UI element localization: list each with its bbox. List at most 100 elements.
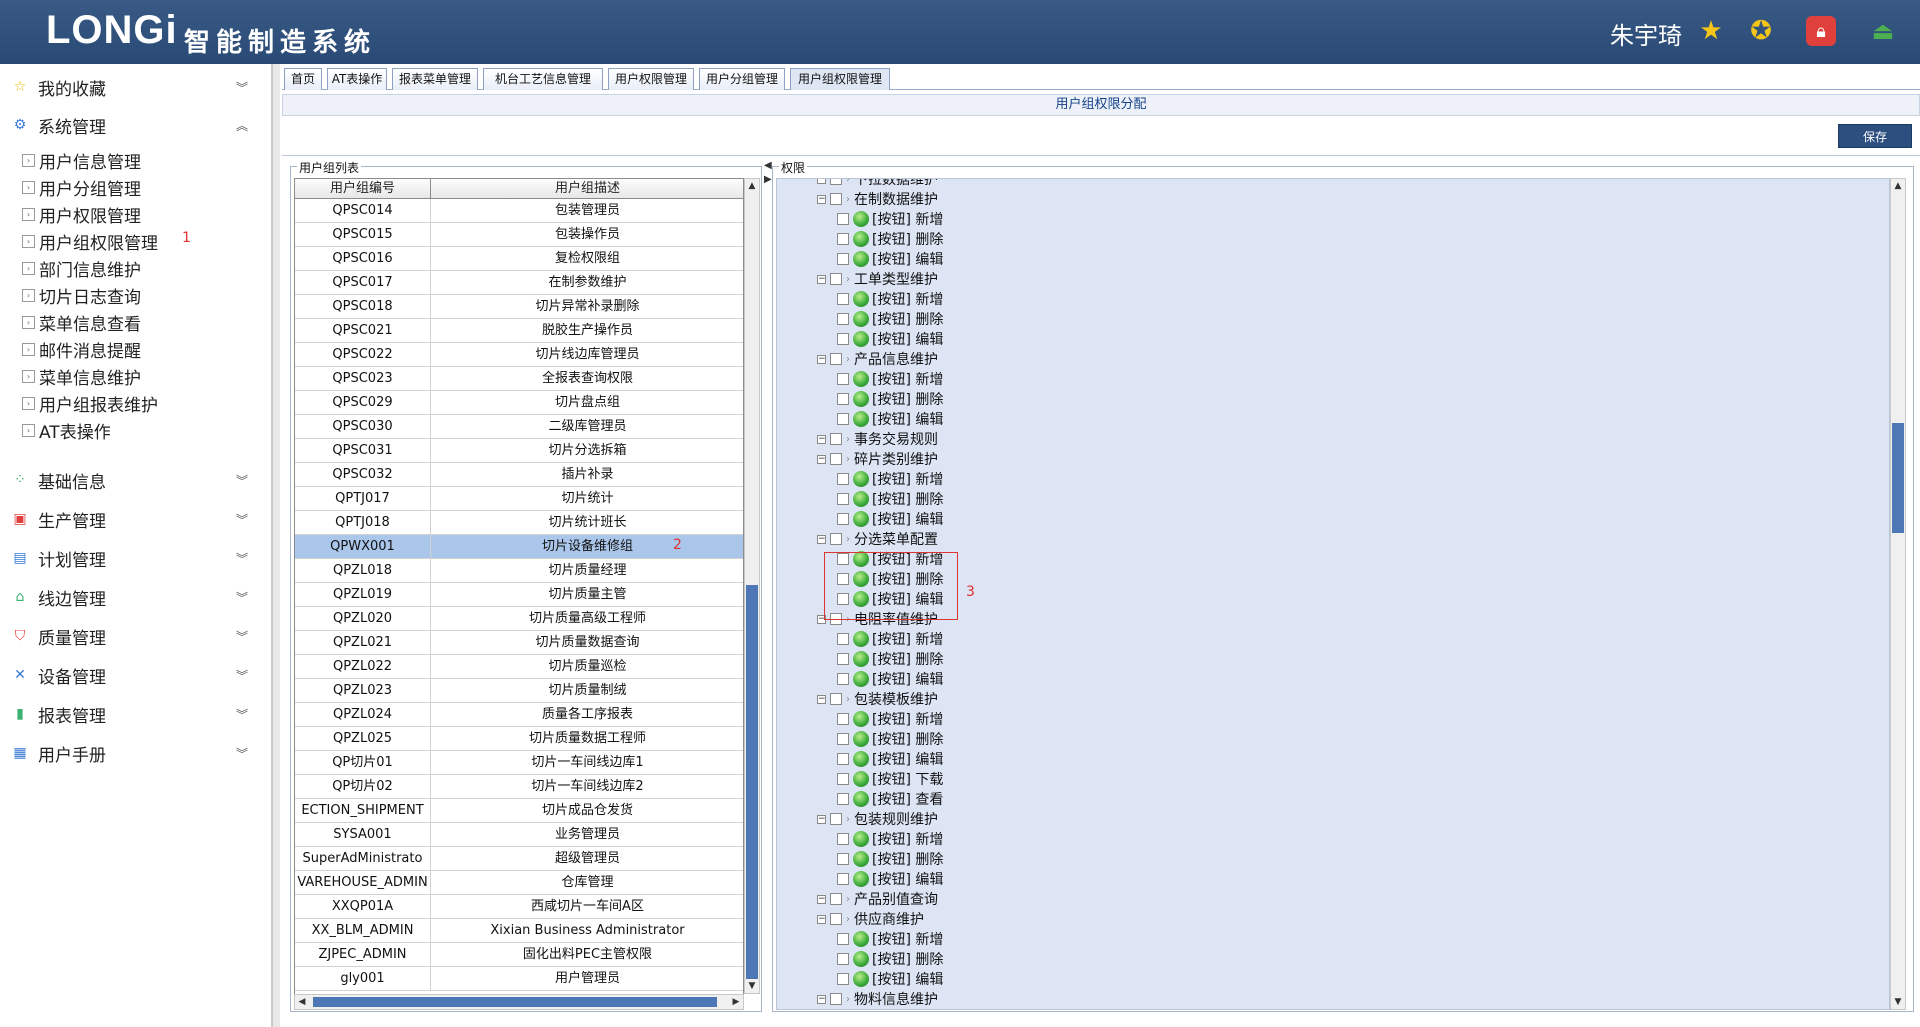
tree-node[interactable]: [按钮] 新增	[837, 469, 943, 489]
tree-node[interactable]: [按钮] 删除	[837, 309, 943, 329]
checkbox[interactable]	[830, 433, 842, 445]
tab[interactable]: 用户权限管理	[608, 68, 694, 90]
table-row[interactable]: QPZL021 切片质量数据查询	[295, 631, 743, 655]
sidebar-item[interactable]: › 用户分组管理	[22, 175, 141, 200]
hscroll-thumb[interactable]	[313, 997, 717, 1007]
checkbox[interactable]	[837, 293, 849, 305]
checkbox[interactable]	[837, 933, 849, 945]
sidebar-item[interactable]: › 用户权限管理	[22, 202, 141, 227]
sidebar-item[interactable]: › 切片日志查询	[22, 283, 141, 308]
scroll-down-icon[interactable]: ▼	[745, 979, 759, 993]
checkbox[interactable]	[830, 179, 842, 185]
checkbox[interactable]	[837, 953, 849, 965]
tree-node[interactable]: [按钮] 删除	[837, 389, 943, 409]
tree-node[interactable]: − › 分选菜单配置	[817, 529, 938, 549]
checkbox[interactable]	[837, 313, 849, 325]
tree-node[interactable]: [按钮] 新增	[837, 209, 943, 229]
tab[interactable]: 用户组权限管理	[790, 68, 890, 90]
sidebar-item[interactable]: › 部门信息维护	[22, 256, 141, 281]
table-row[interactable]: QPZL018 切片质量经理	[295, 559, 743, 583]
checkbox[interactable]	[837, 213, 849, 225]
table-row[interactable]: QPSC021 脱胶生产操作员	[295, 319, 743, 343]
tree-node[interactable]: [按钮] 新增	[837, 369, 943, 389]
table-row[interactable]: QPSC016 复检权限组	[295, 247, 743, 271]
tree-node[interactable]: [按钮] 删除	[837, 729, 943, 749]
menu-group[interactable]: ✕ 设备管理 ︾	[0, 660, 272, 690]
checkbox[interactable]	[837, 393, 849, 405]
lock-icon[interactable]: 🔒︎	[1806, 16, 1836, 46]
tree-node[interactable]: [按钮] 编辑	[837, 749, 943, 769]
checkbox[interactable]	[837, 373, 849, 385]
tree-node[interactable]: − › 供应商维护	[817, 909, 924, 929]
tree-node[interactable]: [按钮] 删除	[837, 489, 943, 509]
tree-node[interactable]: [按钮] 下载	[837, 769, 943, 789]
checkbox[interactable]	[837, 853, 849, 865]
checkbox[interactable]	[837, 733, 849, 745]
tree-node[interactable]: − › 物料信息维护	[817, 989, 938, 1009]
table-row[interactable]: QPSC032 插片补录	[295, 463, 743, 487]
menu-group[interactable]: ▦ 用户手册 ︾	[0, 738, 272, 768]
table-row[interactable]: QPTJ018 切片统计班长	[295, 511, 743, 535]
checkbox[interactable]	[837, 873, 849, 885]
checkbox[interactable]	[830, 993, 842, 1005]
tree-node[interactable]: − › 包装规则维护	[817, 809, 938, 829]
tree-node[interactable]: [按钮] 新增	[837, 929, 943, 949]
table-row[interactable]: VAREHOUSE_ADMIN 仓库管理	[295, 871, 743, 895]
table-row[interactable]: QPZL020 切片质量高级工程师	[295, 607, 743, 631]
table-row[interactable]: QPSC029 切片盘点组	[295, 391, 743, 415]
expand-toggle-icon[interactable]: −	[817, 894, 826, 904]
tree-node[interactable]: [按钮] 编辑	[837, 869, 943, 889]
table-row[interactable]: QPSC015 包装操作员	[295, 223, 743, 247]
table-row[interactable]: QPSC014 包装管理员	[295, 199, 743, 223]
tree-node[interactable]: [按钮] 删除	[837, 849, 943, 869]
expand-toggle-icon[interactable]: −	[817, 914, 826, 924]
tree-node[interactable]: − › 产品别值查询	[817, 889, 938, 909]
collapse-left-icon[interactable]: ◀	[764, 160, 772, 171]
scroll-up-icon[interactable]: ▲	[745, 179, 759, 193]
grid-vertical-scrollbar[interactable]: ▲ ▼	[744, 178, 760, 994]
scroll-right-icon[interactable]: ▶	[729, 995, 743, 1009]
expand-toggle-icon[interactable]: −	[817, 814, 826, 824]
scroll-left-icon[interactable]: ◀	[295, 995, 309, 1009]
table-row[interactable]: QPSC023 全报表查询权限	[295, 367, 743, 391]
expand-toggle-icon[interactable]: −	[817, 194, 826, 204]
scroll-thumb[interactable]	[1892, 423, 1904, 533]
checkbox[interactable]	[830, 193, 842, 205]
sidebar-item[interactable]: › 菜单信息查看	[22, 310, 141, 335]
expand-toggle-icon[interactable]: −	[817, 354, 826, 364]
checkbox[interactable]	[837, 333, 849, 345]
panel-splitter[interactable]: ◀ ▶	[762, 156, 772, 1016]
checkbox[interactable]	[830, 893, 842, 905]
sidebar-item[interactable]: › 邮件消息提醒	[22, 337, 141, 362]
table-row[interactable]: gly001 用户管理员	[295, 967, 743, 991]
expand-toggle-icon[interactable]: −	[817, 534, 826, 544]
checkbox[interactable]	[830, 453, 842, 465]
tree-node[interactable]: [按钮] 编辑	[837, 509, 943, 529]
checkbox[interactable]	[837, 973, 849, 985]
table-row[interactable]: QPSC022 切片线边库管理员	[295, 343, 743, 367]
table-row[interactable]: QP切片02 切片一车间线边库2	[295, 775, 743, 799]
table-row[interactable]: QPZL023 切片质量制绒	[295, 679, 743, 703]
column-header-desc[interactable]: 用户组描述	[431, 179, 743, 199]
menu-group[interactable]: ▮ 报表管理 ︾	[0, 699, 272, 729]
checkbox[interactable]	[837, 753, 849, 765]
scroll-down-icon[interactable]: ▼	[1891, 995, 1905, 1009]
table-row[interactable]: ZJPEC_ADMIN 固化出料PEC主管权限	[295, 943, 743, 967]
sidebar-item[interactable]: › 菜单信息维护	[22, 364, 141, 389]
menu-group[interactable]: ▤ 计划管理 ︾	[0, 543, 272, 573]
tree-node[interactable]: − › 事务交易规则	[817, 429, 938, 449]
checkbox[interactable]	[837, 233, 849, 245]
checkbox[interactable]	[837, 513, 849, 525]
exit-icon[interactable]: ⏏	[1868, 16, 1898, 46]
checkbox[interactable]	[830, 353, 842, 365]
tab[interactable]: 首页	[284, 68, 322, 90]
scroll-up-icon[interactable]: ▲	[1891, 179, 1905, 193]
tab[interactable]: 机台工艺信息管理	[483, 68, 603, 90]
tree-node[interactable]: [按钮] 编辑	[837, 409, 943, 429]
tree-node[interactable]: [按钮] 删除	[837, 229, 943, 249]
tree-node[interactable]: [按钮] 新增	[837, 289, 943, 309]
checkbox[interactable]	[837, 413, 849, 425]
menu-group[interactable]: ⁘ 基础信息 ︾	[0, 465, 272, 495]
table-row[interactable]: XX_BLM_ADMIN Xixian Business Administrato…	[295, 919, 743, 943]
checkbox[interactable]	[830, 533, 842, 545]
